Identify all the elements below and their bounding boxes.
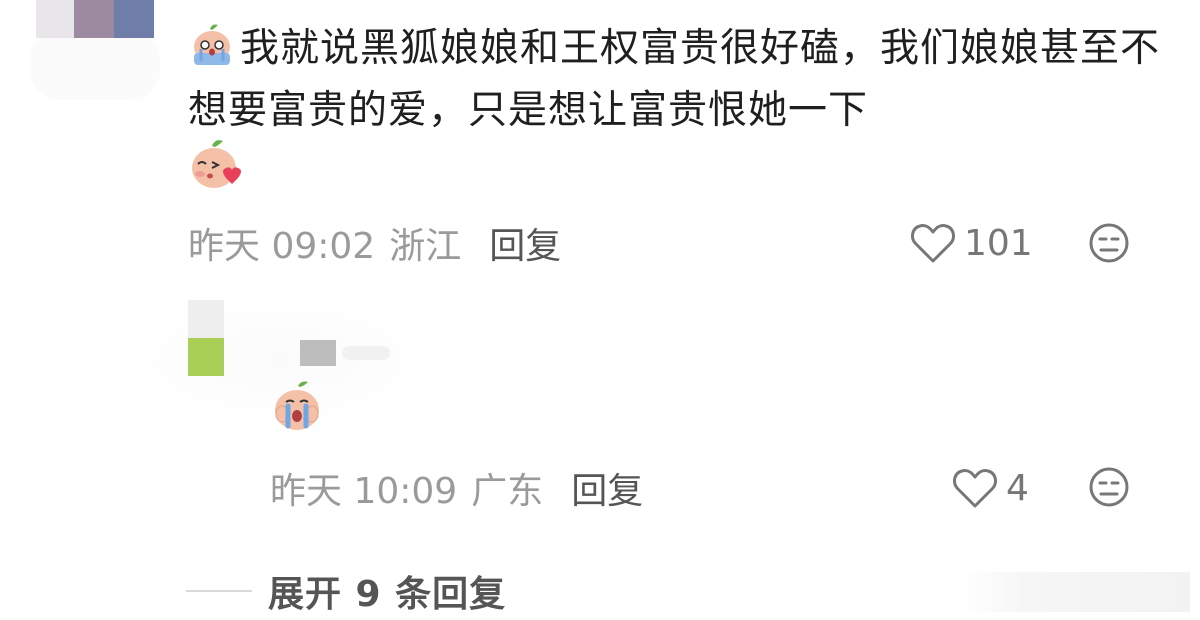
reply-location: 广东 (471, 471, 544, 512)
comment-meta: 昨天 09:02 浙江 回复 (188, 218, 561, 268)
expand-replies-button[interactable]: 展开 9 条回复 (186, 566, 506, 616)
reply-time: 昨天 10:09 (270, 471, 458, 512)
comment-text-content: 我就说黑狐娘娘和王权富贵很好磕，我们娘娘甚至不想要富贵的爱，只是想让富贵恨她一下 (188, 26, 1161, 133)
reply-like-button[interactable]: 4 (952, 463, 1029, 513)
crying-peach-emoji (268, 380, 326, 434)
reply-author-avatar[interactable] (188, 300, 224, 376)
reply-reply-button[interactable]: 回复 (571, 462, 643, 514)
kiss-heart-peach-emoji (186, 138, 244, 192)
expand-replies-label: 展开 9 条回复 (268, 574, 507, 615)
neutral-face-icon[interactable] (1088, 466, 1130, 508)
avatar-blur-shadow (30, 30, 160, 100)
commenter-avatar[interactable] (36, 0, 154, 38)
comment-reply-button[interactable]: 回复 (489, 217, 561, 269)
heart-outline-icon (911, 224, 955, 263)
comment-like-count: 101 (964, 222, 1033, 264)
comment-like-button[interactable]: 101 (910, 218, 1033, 268)
crying-peach-emoji (188, 23, 236, 67)
watermark-blur (960, 572, 1190, 612)
reply-meta: 昨天 10:09 广东 回复 (270, 463, 643, 513)
neutral-face-icon[interactable] (1088, 222, 1130, 264)
reply-author-name[interactable] (300, 340, 390, 366)
reply-like-count: 4 (1006, 467, 1029, 509)
heart-outline-icon (953, 469, 997, 508)
comment-location: 浙江 (389, 226, 462, 267)
expand-divider (186, 590, 252, 592)
comment-body: 我就说黑狐娘娘和王权富贵很好磕，我们娘娘甚至不想要富贵的爱，只是想让富贵恨她一下 (188, 18, 1178, 142)
comment-time: 昨天 09:02 (188, 226, 376, 267)
